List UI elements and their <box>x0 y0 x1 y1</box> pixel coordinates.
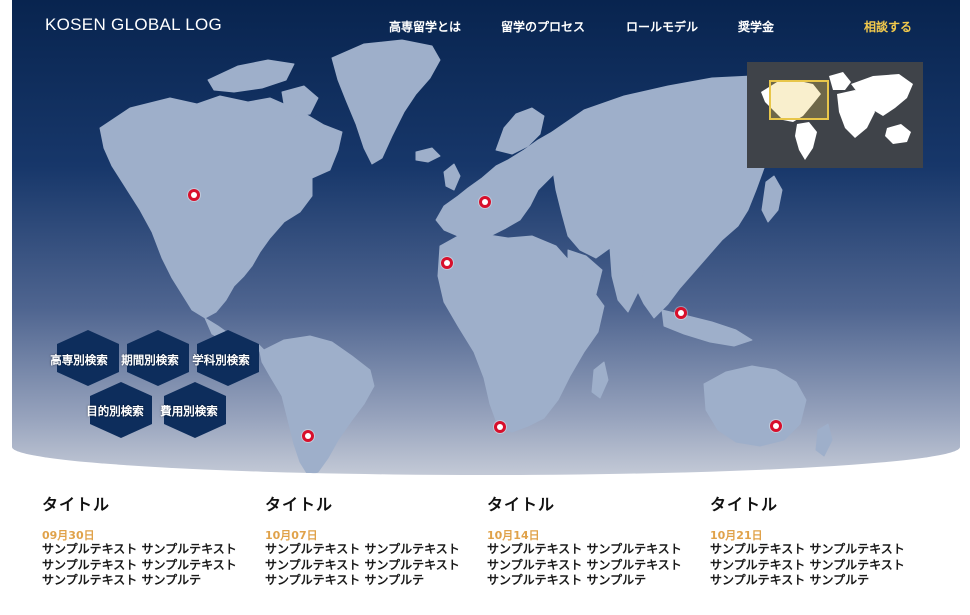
hero-map-section: 高専別検索 期間別検索 学科別検索 目的別検索 費用別検索 KOSEN GLOB… <box>12 0 960 475</box>
minimap[interactable] <box>747 62 923 168</box>
greenland-landmass <box>331 39 441 165</box>
british-isles <box>443 163 461 191</box>
arctic-islands <box>207 59 295 93</box>
japan-islands <box>761 175 783 223</box>
map-pin-argentina[interactable] <box>302 430 314 442</box>
minimap-viewport-frame[interactable] <box>769 80 829 120</box>
article-date: 09月30日 <box>42 529 95 542</box>
south-america-landmass <box>259 335 375 475</box>
map-pin-australia[interactable] <box>770 420 782 432</box>
nav-consult[interactable]: 相談する <box>864 18 912 35</box>
article-excerpt: サンプルテキスト サンプルテキスト サンプルテキスト サンプルテキスト サンプル… <box>487 542 682 587</box>
nav-scholarship[interactable]: 奨学金 <box>738 18 774 35</box>
article-title[interactable]: タイトル <box>265 491 333 515</box>
nav-role-model[interactable]: ロールモデル <box>626 18 698 35</box>
search-kosen-label[interactable]: 高専別検索 <box>50 352 108 368</box>
search-purpose-label[interactable]: 目的別検索 <box>86 403 144 419</box>
australia-landmass <box>703 365 807 447</box>
article-list: タイトル 09月30日 サンプルテキスト サンプルテキスト サンプルテキスト サ… <box>0 480 970 615</box>
article-title[interactable]: タイトル <box>487 491 555 515</box>
article-excerpt: サンプルテキスト サンプルテキスト サンプルテキスト サンプルテキスト サンプル… <box>42 542 237 587</box>
new-zealand <box>815 423 833 457</box>
map-pin-canada[interactable] <box>188 189 200 201</box>
article-title[interactable]: タイトル <box>42 491 110 515</box>
map-pin-morocco[interactable] <box>441 257 453 269</box>
search-department-label[interactable]: 学科別検索 <box>192 352 250 368</box>
article-excerpt: サンプルテキスト サンプルテキスト サンプルテキスト サンプルテキスト サンプル… <box>265 542 460 587</box>
map-pin-germany[interactable] <box>479 196 491 208</box>
article-date: 10月07日 <box>265 529 318 542</box>
madagascar <box>591 361 609 399</box>
nav-about[interactable]: 高専留学とは <box>389 18 461 35</box>
article-date: 10月14日 <box>487 529 540 542</box>
nav-process[interactable]: 留学のプロセス <box>501 18 585 35</box>
map-pin-south-africa[interactable] <box>494 421 506 433</box>
article-date: 10月21日 <box>710 529 763 542</box>
article-excerpt: サンプルテキスト サンプルテキスト サンプルテキスト サンプルテキスト サンプル… <box>710 542 905 587</box>
search-cost-label[interactable]: 費用別検索 <box>160 403 218 419</box>
main-nav: 高専留学とは 留学のプロセス ロールモデル 奨学金 相談する <box>12 18 960 38</box>
north-america-landmass <box>99 95 343 319</box>
iceland <box>415 147 441 163</box>
article-title[interactable]: タイトル <box>710 491 778 515</box>
search-period-label[interactable]: 期間別検索 <box>121 352 179 368</box>
map-pin-vietnam[interactable] <box>675 307 687 319</box>
